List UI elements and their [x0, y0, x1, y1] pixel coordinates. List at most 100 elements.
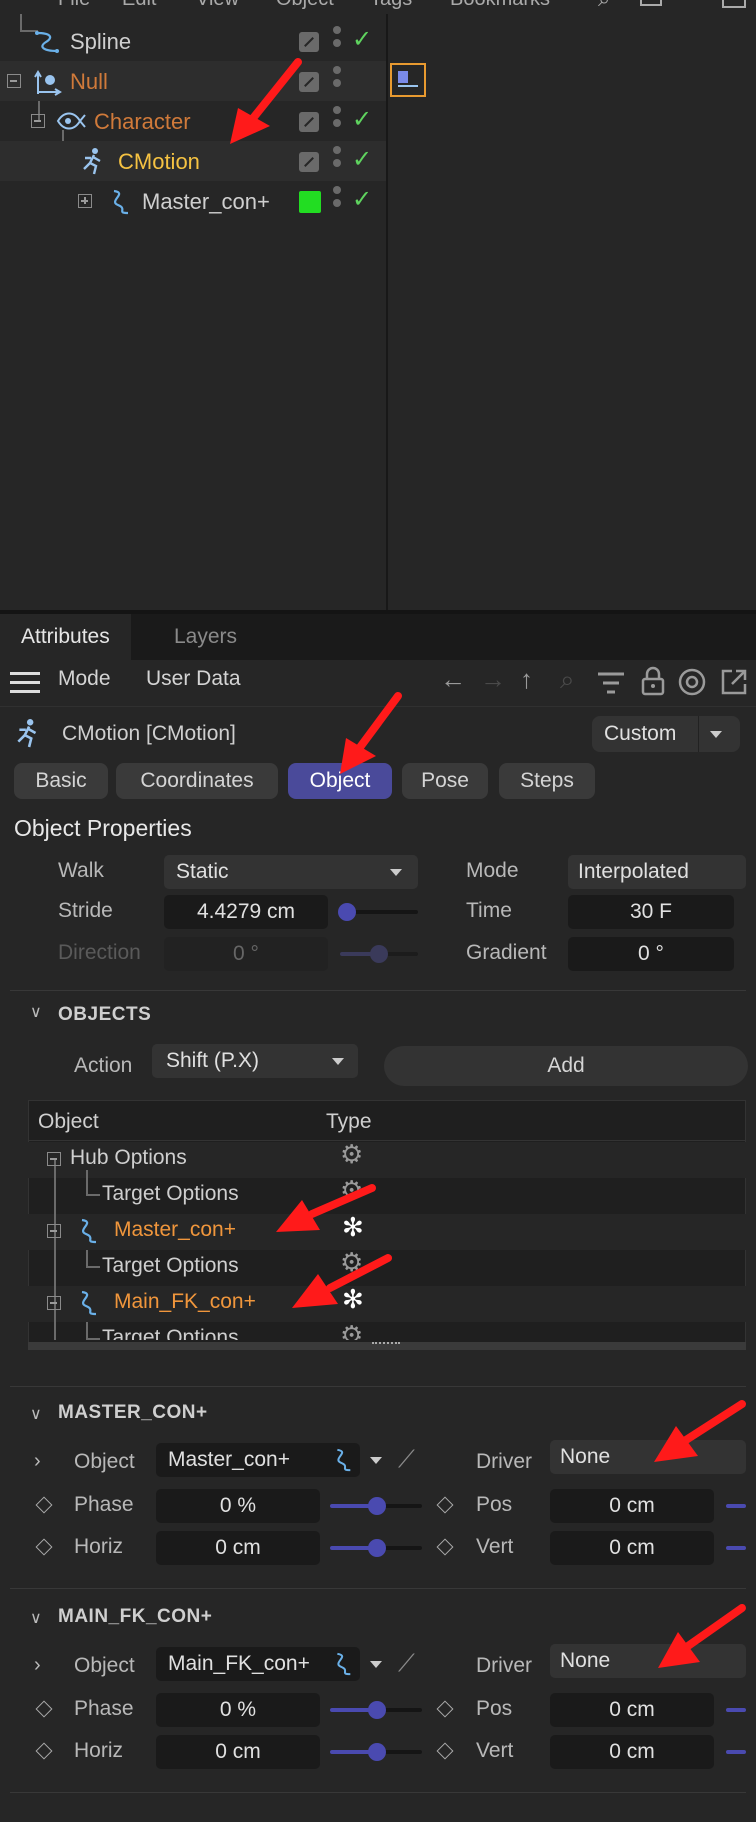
- direction-field: 0 °: [164, 937, 328, 971]
- vert-field[interactable]: 0 cm: [550, 1531, 714, 1565]
- enabled-check-icon[interactable]: ✓: [352, 185, 372, 214]
- enabled-check-icon[interactable]: ✓: [352, 105, 372, 134]
- filter-icon[interactable]: [596, 670, 626, 696]
- character-icon: [56, 112, 86, 130]
- lock-icon[interactable]: [640, 666, 666, 696]
- expand-icon[interactable]: [78, 194, 92, 208]
- object-link-value: Master_con+: [168, 1448, 290, 1471]
- menu-edit[interactable]: Edit: [122, 0, 156, 11]
- gradient-field[interactable]: 0 °: [568, 937, 734, 971]
- chevron-down-icon[interactable]: [370, 1457, 382, 1464]
- menu-bookmarks[interactable]: Bookmarks: [450, 0, 550, 11]
- column-header-object[interactable]: Object: [38, 1110, 99, 1134]
- collapse-icon[interactable]: [47, 1224, 61, 1238]
- visibility-dots[interactable]: [333, 146, 341, 172]
- divider: [10, 1588, 746, 1589]
- horiz-field[interactable]: 0 cm: [156, 1531, 320, 1565]
- vert-slider[interactable]: [726, 1546, 746, 1550]
- collapse-icon[interactable]: [47, 1152, 61, 1166]
- home-icon[interactable]: [640, 0, 662, 6]
- tag-icon[interactable]: [390, 63, 426, 97]
- walk-dropdown[interactable]: Static: [164, 855, 418, 889]
- stride-slider-knob[interactable]: [338, 903, 356, 921]
- toolbar-mode[interactable]: Mode: [58, 667, 111, 691]
- menu-object[interactable]: Object: [276, 0, 334, 11]
- menu-view[interactable]: View: [196, 0, 239, 11]
- pos-slider[interactable]: [726, 1708, 746, 1712]
- menu-file[interactable]: File: [58, 0, 90, 11]
- picker-icon[interactable]: ⟋: [398, 1446, 415, 1474]
- gradient-label: Gradient: [466, 941, 547, 964]
- chevron-down-icon[interactable]: [370, 1661, 382, 1668]
- horiz-slider-knob[interactable]: [368, 1539, 386, 1557]
- subtab-basic[interactable]: Basic: [14, 763, 108, 799]
- vert-slider[interactable]: [726, 1750, 746, 1754]
- back-arrow-icon[interactable]: ←: [440, 664, 466, 695]
- hamburger-icon[interactable]: [10, 672, 40, 696]
- object-label: Object: [74, 1450, 135, 1473]
- enabled-check-icon[interactable]: ✓: [352, 25, 372, 54]
- column-divider[interactable]: [386, 14, 388, 610]
- object-row-null[interactable]: Null: [0, 61, 386, 101]
- chevron-down-icon[interactable]: ∨: [30, 1404, 42, 1424]
- picker-icon[interactable]: ⟋: [398, 1650, 415, 1678]
- search-icon[interactable]: ⌕: [598, 0, 610, 12]
- subtab-coordinates[interactable]: Coordinates: [116, 763, 278, 799]
- pos-field[interactable]: 0 cm: [550, 1693, 714, 1727]
- chevron-right-icon[interactable]: ›: [34, 1450, 41, 1473]
- phase-field[interactable]: 0 %: [156, 1489, 320, 1523]
- add-button[interactable]: Add: [384, 1046, 748, 1086]
- visibility-dots[interactable]: [333, 66, 341, 92]
- list-resize-handle[interactable]: [28, 1342, 746, 1350]
- time-field[interactable]: 30 F: [568, 895, 734, 929]
- collapse-icon[interactable]: [31, 114, 45, 128]
- tab-layers[interactable]: Layers: [153, 614, 258, 660]
- column-header-type[interactable]: Type: [326, 1110, 372, 1134]
- forward-arrow-icon[interactable]: →: [480, 664, 506, 695]
- collapse-icon[interactable]: [47, 1296, 61, 1310]
- collapse-icon[interactable]: [7, 74, 21, 88]
- horiz-slider-knob[interactable]: [368, 1743, 386, 1761]
- search-icon[interactable]: ⌕: [560, 664, 575, 696]
- phase-slider-knob[interactable]: [368, 1701, 386, 1719]
- chevron-right-icon[interactable]: ›: [34, 1654, 41, 1677]
- action-dropdown[interactable]: Shift (P.X): [152, 1044, 358, 1078]
- master-con-section-title[interactable]: MASTER_CON+: [58, 1402, 208, 1424]
- pos-field[interactable]: 0 cm: [550, 1489, 714, 1523]
- main-fk-con-section-title[interactable]: MAIN_FK_CON+: [58, 1606, 212, 1628]
- pos-slider[interactable]: [726, 1504, 746, 1508]
- direction-label: Direction: [58, 941, 141, 964]
- objects-section-title[interactable]: OBJECTS: [58, 1004, 151, 1026]
- vert-field[interactable]: 0 cm: [550, 1735, 714, 1769]
- preset-dropdown[interactable]: Custom: [592, 716, 740, 752]
- target-icon[interactable]: [678, 668, 706, 696]
- edit-icon[interactable]: [299, 32, 319, 52]
- layer-color-swatch[interactable]: [299, 191, 321, 213]
- horiz-field[interactable]: 0 cm: [156, 1735, 320, 1769]
- new-window-icon[interactable]: [720, 668, 748, 696]
- window-icon[interactable]: [722, 0, 746, 8]
- subtab-steps[interactable]: Steps: [499, 763, 595, 799]
- phase-slider-knob[interactable]: [368, 1497, 386, 1515]
- up-arrow-icon[interactable]: ↑: [520, 664, 533, 695]
- tab-attributes[interactable]: Attributes: [0, 614, 131, 660]
- menu-tags[interactable]: Tags: [370, 0, 412, 11]
- object-row-master-con[interactable]: Master_con+ ✓: [0, 181, 386, 221]
- subtab-pose[interactable]: Pose: [402, 763, 488, 799]
- object-row-spline[interactable]: Spline ✓: [0, 21, 386, 61]
- mode-dropdown[interactable]: Interpolated: [568, 855, 746, 889]
- visibility-dots[interactable]: [333, 26, 341, 52]
- toolbar-user-data[interactable]: User Data: [146, 667, 241, 691]
- enabled-check-icon[interactable]: ✓: [352, 145, 372, 174]
- edit-icon[interactable]: [299, 152, 319, 172]
- visibility-dots[interactable]: [333, 186, 341, 212]
- object-row-character[interactable]: Character ✓: [0, 101, 386, 141]
- object-row-cmotion[interactable]: CMotion ✓: [0, 141, 386, 181]
- chevron-down-icon[interactable]: ∨: [30, 1002, 42, 1022]
- object-link-field[interactable]: Main_FK_con+: [156, 1647, 360, 1681]
- visibility-dots[interactable]: [333, 106, 341, 132]
- object-link-field[interactable]: Master_con+: [156, 1443, 360, 1477]
- phase-field[interactable]: 0 %: [156, 1693, 320, 1727]
- stride-field[interactable]: 4.4279 cm: [164, 895, 328, 929]
- chevron-down-icon[interactable]: ∨: [30, 1608, 42, 1628]
